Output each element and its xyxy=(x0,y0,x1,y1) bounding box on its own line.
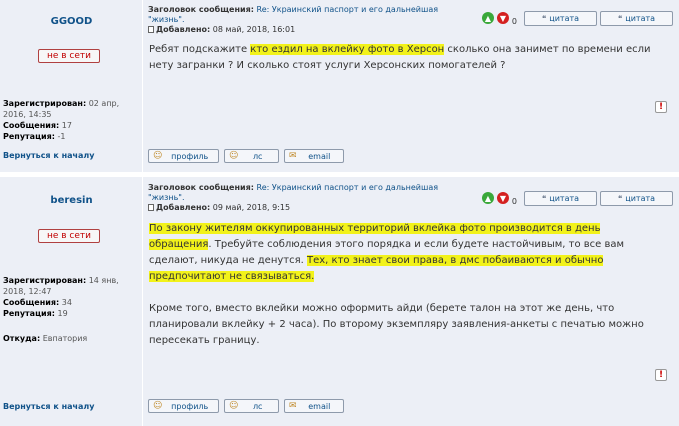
email-icon: ✉ xyxy=(289,401,297,411)
from-label: Откуда: xyxy=(3,334,41,343)
author-name[interactable]: beresin xyxy=(0,195,143,206)
pm-button[interactable]: ☺ лс xyxy=(224,149,279,163)
quote-selected-button[interactable]: ❝ цитата xyxy=(600,190,673,206)
profile-button[interactable]: ☺ профиль xyxy=(148,149,219,163)
quote-icon: ❝ xyxy=(541,193,547,203)
added-label: Добавлено: xyxy=(156,25,211,34)
quote-selected-button[interactable]: ❝ цитата xyxy=(600,10,673,26)
author-info: Зарегистрирован: 14 янв, 2018, 12:47 Соо… xyxy=(3,275,141,319)
reputation-value: -1 xyxy=(57,132,66,141)
pm-label: лс xyxy=(252,401,263,411)
email-label: email xyxy=(308,151,331,161)
profile-label: профиль xyxy=(171,151,209,161)
post-text-highlight: кто ездил на вклейку фото в Херсон xyxy=(250,44,445,55)
subject-label: Заголовок сообщения: xyxy=(148,5,254,14)
author-info: Зарегистрирован: 02 апр, 2016, 14:35 Соо… xyxy=(3,98,141,142)
report-icon[interactable]: ! xyxy=(655,101,667,113)
email-button[interactable]: ✉ email xyxy=(284,149,344,163)
pm-icon: ☺ xyxy=(229,401,239,411)
post-doc-icon xyxy=(148,204,154,211)
post-text: Ребят подскажите xyxy=(149,44,251,55)
offline-badge: не в сети xyxy=(38,229,100,243)
profile-label: профиль xyxy=(171,401,209,411)
author-location: Откуда: Евпатория xyxy=(3,333,141,344)
quote-label: цитата xyxy=(549,193,580,203)
added-label: Добавлено: xyxy=(156,203,211,212)
post-ggood: GGOOD не в сети Зарегистрирован: 02 апр,… xyxy=(0,0,679,172)
registered-label: Зарегистрирован: xyxy=(3,276,87,285)
post-header: Заголовок сообщения: Re: Украинский пасп… xyxy=(148,183,468,213)
quote-label: цитата xyxy=(549,13,580,23)
quote-icon: ❝ xyxy=(541,13,547,23)
offline-badge: не в сети xyxy=(38,49,100,63)
post-header: Заголовок сообщения: Re: Украинский пасп… xyxy=(148,5,468,35)
vote-down-icon[interactable]: ▼ xyxy=(496,12,509,24)
post-doc-icon xyxy=(148,26,154,33)
reputation-label: Репутация: xyxy=(3,132,55,141)
post-content-panel: Заголовок сообщения: Re: Украинский пасп… xyxy=(143,0,679,172)
email-icon: ✉ xyxy=(289,151,297,161)
report-icon[interactable]: ! xyxy=(655,369,667,381)
email-label: email xyxy=(308,401,331,411)
back-to-top-link[interactable]: Вернуться к началу xyxy=(3,151,94,160)
profile-icon: ☺ xyxy=(153,151,163,161)
post-author-panel: beresin не в сети Зарегистрирован: 14 ян… xyxy=(0,177,143,426)
quote-button[interactable]: ❝ цитата xyxy=(524,10,597,26)
back-to-top-link[interactable]: Вернуться к началу xyxy=(3,402,94,411)
profile-icon: ☺ xyxy=(153,401,163,411)
report-icon-mark: ! xyxy=(658,101,664,112)
messages-count: 17 xyxy=(61,121,72,130)
added-date: 08 май, 2018, 16:01 xyxy=(212,25,296,34)
vote-up-icon[interactable]: ▲ xyxy=(481,12,494,24)
reputation-label: Репутация: xyxy=(3,309,55,318)
vote-down-icon[interactable]: ▼ xyxy=(496,192,509,204)
messages-label: Сообщения: xyxy=(3,298,60,307)
profile-button[interactable]: ☺ профиль xyxy=(148,399,219,413)
vote-count: 0 xyxy=(511,17,517,26)
profile-buttons: ☺ профиль ☺ лс ✉ email xyxy=(148,399,344,413)
pm-icon: ☺ xyxy=(229,151,239,161)
messages-label: Сообщения: xyxy=(3,121,60,130)
post-paragraph: Кроме того, вместо вклейки можно оформит… xyxy=(149,303,644,346)
pm-label: лс xyxy=(252,151,263,161)
pm-button[interactable]: ☺ лс xyxy=(224,399,279,413)
author-name[interactable]: GGOOD xyxy=(0,16,143,27)
post-tools: ▲ ▼ 0 ❝ цитата ❝ цитата xyxy=(481,190,673,206)
email-button[interactable]: ✉ email xyxy=(284,399,344,413)
report-icon-mark: ! xyxy=(658,369,664,380)
quote-icon: ❝ xyxy=(617,193,623,203)
profile-buttons: ☺ профиль ☺ лс ✉ email xyxy=(148,149,344,163)
vote-up-icon[interactable]: ▲ xyxy=(481,192,494,204)
quote-button[interactable]: ❝ цитата xyxy=(524,190,597,206)
from-value: Евпатория xyxy=(42,334,88,343)
post-tools: ▲ ▼ 0 ❝ цитата ❝ цитата xyxy=(481,10,673,26)
reputation-value: 19 xyxy=(57,309,68,318)
post-beresin: beresin не в сети Зарегистрирован: 14 ян… xyxy=(0,177,679,426)
vote-count: 0 xyxy=(511,197,517,206)
messages-count: 34 xyxy=(61,298,72,307)
quote-label: цитата xyxy=(625,13,656,23)
added-date: 09 май, 2018, 9:15 xyxy=(212,203,291,212)
quote-icon: ❝ xyxy=(617,13,623,23)
registered-label: Зарегистрирован: xyxy=(3,99,87,108)
quote-label: цитата xyxy=(625,193,656,203)
post-body: Ребят подскажите кто ездил на вклейку фо… xyxy=(149,42,665,74)
post-author-panel: GGOOD не в сети Зарегистрирован: 02 апр,… xyxy=(0,0,143,172)
subject-label: Заголовок сообщения: xyxy=(148,183,254,192)
post-body: По закону жителям оккупированных террито… xyxy=(149,221,665,349)
post-content-panel: Заголовок сообщения: Re: Украинский пасп… xyxy=(143,177,679,426)
